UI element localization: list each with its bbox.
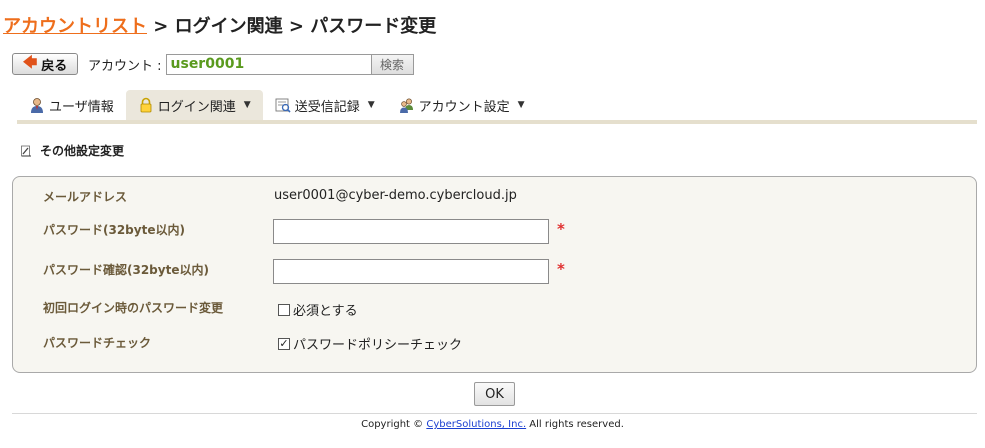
- mail-log-icon: [275, 97, 291, 113]
- ok-button[interactable]: OK: [474, 382, 515, 406]
- breadcrumb-trail: > ログイン関連 > パスワード変更: [147, 16, 437, 37]
- first-login-checkbox[interactable]: [278, 303, 290, 316]
- email-value: user0001@cyber-demo.cybercloud.jp: [274, 188, 517, 203]
- copyright-suffix: All rights reserved.: [526, 419, 624, 430]
- tab-mail-log-label: 送受信記録: [294, 99, 360, 115]
- tab-user-info[interactable]: ユーザ情報: [17, 90, 126, 120]
- password-required-mark: *: [557, 220, 565, 238]
- section-heading: その他設定変更: [21, 142, 124, 159]
- back-button-label: 戻る: [41, 58, 68, 74]
- back-button[interactable]: 🡄 戻る: [12, 53, 78, 75]
- policy-check-option-label: パスワードポリシーチェック: [293, 338, 463, 353]
- chevron-down-icon: ▼: [517, 100, 525, 110]
- cybersolutions-link[interactable]: CyberSolutions, Inc.: [426, 419, 526, 430]
- tab-account-settings[interactable]: アカウント設定 ▼: [387, 90, 537, 120]
- email-label: メールアドレス: [43, 190, 128, 204]
- policy-check-checkbox[interactable]: ✓: [278, 337, 290, 350]
- tab-account-settings-label: アカウント設定: [418, 99, 510, 115]
- search-button[interactable]: 検索: [370, 53, 414, 75]
- tab-divider: [17, 120, 977, 124]
- password-confirm-label: パスワード確認(32byte以内): [43, 263, 209, 277]
- edit-doc-icon: [21, 145, 32, 157]
- user-icon: [29, 97, 45, 113]
- lock-icon: [138, 97, 154, 113]
- breadcrumb-account-list-link[interactable]: アカウントリスト: [3, 16, 147, 37]
- tab-login-label: ログイン関連: [157, 99, 236, 115]
- password-check-label: パスワードチェック: [43, 336, 152, 350]
- account-bar: 🡄 戻る アカウント : 検索: [12, 53, 414, 75]
- section-heading-label: その他設定変更: [40, 144, 125, 158]
- tab-mail-log[interactable]: 送受信記録 ▼: [263, 90, 387, 120]
- account-input[interactable]: [165, 53, 372, 75]
- tab-user-info-label: ユーザ情報: [49, 99, 114, 115]
- footer: Copyright © CyberSolutions, Inc. All rig…: [0, 419, 985, 430]
- password-label: パスワード(32byte以内): [43, 223, 185, 237]
- account-label: アカウント :: [88, 58, 162, 74]
- chevron-down-icon: ▼: [243, 100, 251, 110]
- tab-login[interactable]: ログイン関連 ▼: [125, 90, 263, 120]
- page-title: アカウントリスト > ログイン関連 > パスワード変更: [3, 12, 436, 38]
- password-confirm-required-mark: *: [557, 260, 565, 278]
- back-arrow-icon: 🡄: [22, 55, 38, 71]
- copyright-prefix: Copyright ©: [361, 419, 427, 430]
- settings-form-panel: メールアドレス user0001@cyber-demo.cybercloud.j…: [12, 176, 977, 373]
- password-input[interactable]: [273, 219, 549, 244]
- chevron-down-icon: ▼: [367, 100, 375, 110]
- first-login-label: 初回ログイン時のパスワード変更: [43, 301, 224, 315]
- tab-bar: ユーザ情報 ログイン関連 ▼ 送受信記録 ▼ アカウント設定 ▼: [17, 90, 537, 120]
- first-login-option-label: 必須とする: [293, 304, 358, 319]
- password-confirm-input[interactable]: [273, 259, 549, 284]
- first-login-option: 必須とする: [278, 300, 358, 319]
- policy-check-option: ✓ パスワードポリシーチェック: [278, 334, 462, 353]
- footer-divider: [12, 413, 977, 414]
- users-settings-icon: [399, 97, 415, 113]
